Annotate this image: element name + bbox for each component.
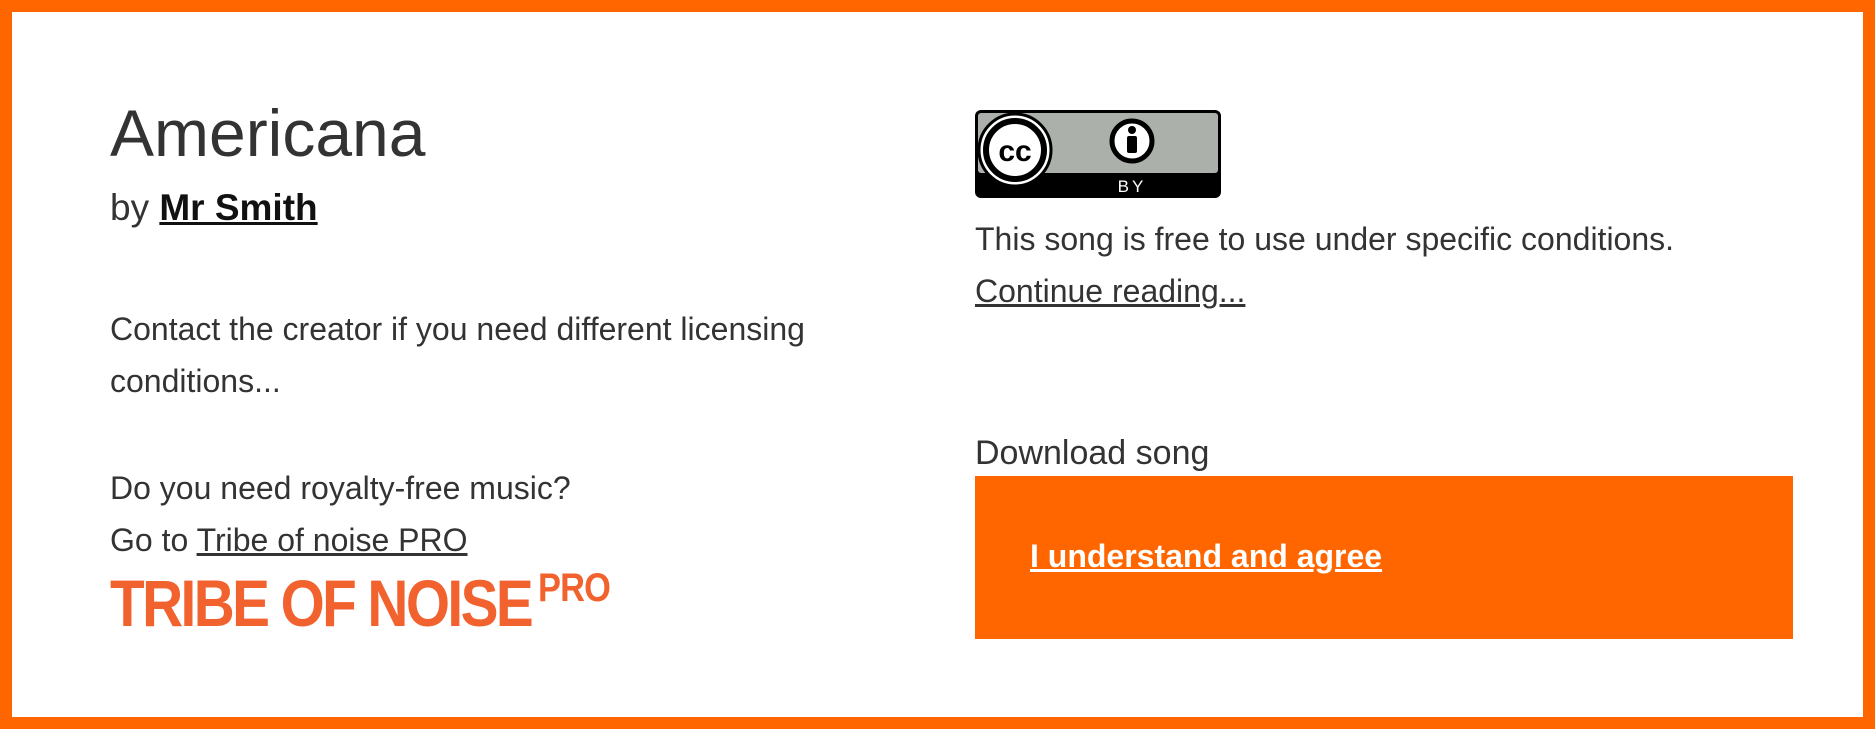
- agree-link[interactable]: I understand and agree: [1030, 540, 1382, 572]
- continue-reading-link[interactable]: Continue reading...: [975, 273, 1245, 309]
- logo-main-text: TRIBE OF NOISE: [110, 566, 534, 640]
- royalty-free-section: Do you need royalty-free music? Go to Tr…: [110, 462, 810, 566]
- license-info: This song is free to use under specific …: [975, 213, 1674, 317]
- tribe-of-noise-pro-link[interactable]: Tribe of noise PRO: [197, 522, 468, 558]
- license-text: This song is free to use under specific …: [975, 221, 1675, 257]
- cc-icon: cc: [977, 112, 1053, 188]
- byline: by Mr Smith: [110, 187, 318, 229]
- go-to-prefix: Go to: [110, 522, 197, 558]
- by-label: BY: [1118, 177, 1147, 196]
- cc-by-license-badge[interactable]: cc BY: [975, 110, 1221, 198]
- cc-icon-text: cc: [998, 135, 1031, 168]
- artist-link[interactable]: Mr Smith: [159, 187, 317, 228]
- royalty-go-to-line: Go to Tribe of noise PRO: [110, 514, 810, 566]
- song-title: Americana: [110, 96, 426, 170]
- attribution-person-icon: [1109, 118, 1155, 164]
- tribe-of-noise-pro-logo[interactable]: TRIBE OF NOISE PRO: [110, 568, 611, 636]
- royalty-question: Do you need royalty-free music?: [110, 470, 571, 506]
- logo-pro-text: PRO: [538, 566, 611, 610]
- byline-prefix: by: [110, 187, 160, 228]
- page-frame: Americana by Mr Smith Contact the creato…: [0, 0, 1875, 729]
- contact-creator-text: Contact the creator if you need differen…: [110, 311, 805, 399]
- download-song-label: Download song: [975, 434, 1210, 472]
- agree-download-button[interactable]: I understand and agree: [975, 476, 1793, 639]
